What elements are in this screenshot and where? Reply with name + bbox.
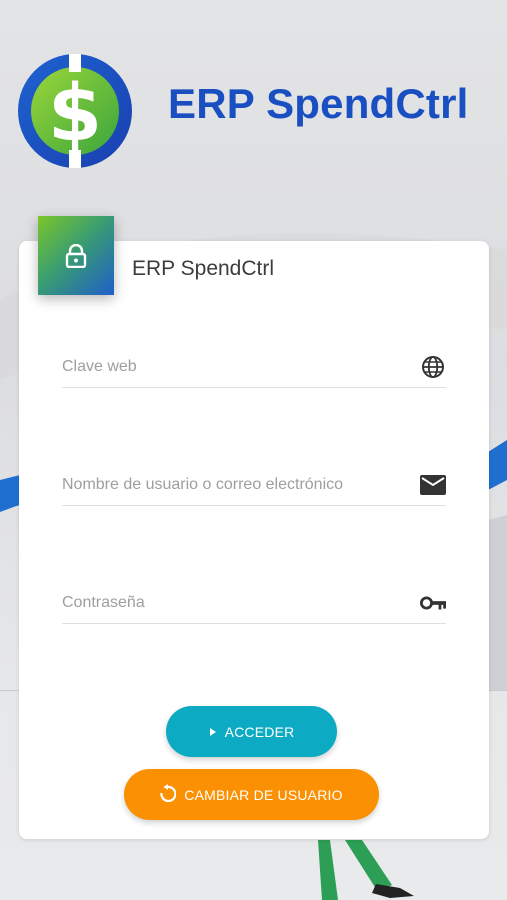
key-icon <box>420 591 446 615</box>
change-user-button-label: CAMBIAR DE USUARIO <box>184 786 343 803</box>
login-button-label: ACCEDER <box>224 723 295 740</box>
card-title: ERP SpendCtrl <box>132 257 275 280</box>
username-field <box>62 465 446 506</box>
refresh-icon <box>160 784 177 805</box>
password-field <box>62 583 446 624</box>
change-user-button[interactable]: CAMBIAR DE USUARIO <box>124 769 379 820</box>
app-logo: $ <box>16 52 134 170</box>
dollar-logo-icon: $ <box>18 54 132 168</box>
password-input[interactable] <box>62 583 402 623</box>
username-input[interactable] <box>62 465 402 505</box>
logo-dollar-glyph: $ <box>48 69 102 159</box>
globe-icon <box>420 355 446 379</box>
brand-title: ERP SpendCtrl <box>168 80 469 127</box>
login-button[interactable]: ACCEDER <box>166 706 337 757</box>
mail-icon <box>420 473 446 497</box>
web-key-input[interactable] <box>62 347 402 387</box>
web-key-field <box>62 347 446 388</box>
play-arrow-icon <box>209 724 217 740</box>
lock-icon <box>65 243 87 268</box>
lock-tile <box>38 216 114 295</box>
